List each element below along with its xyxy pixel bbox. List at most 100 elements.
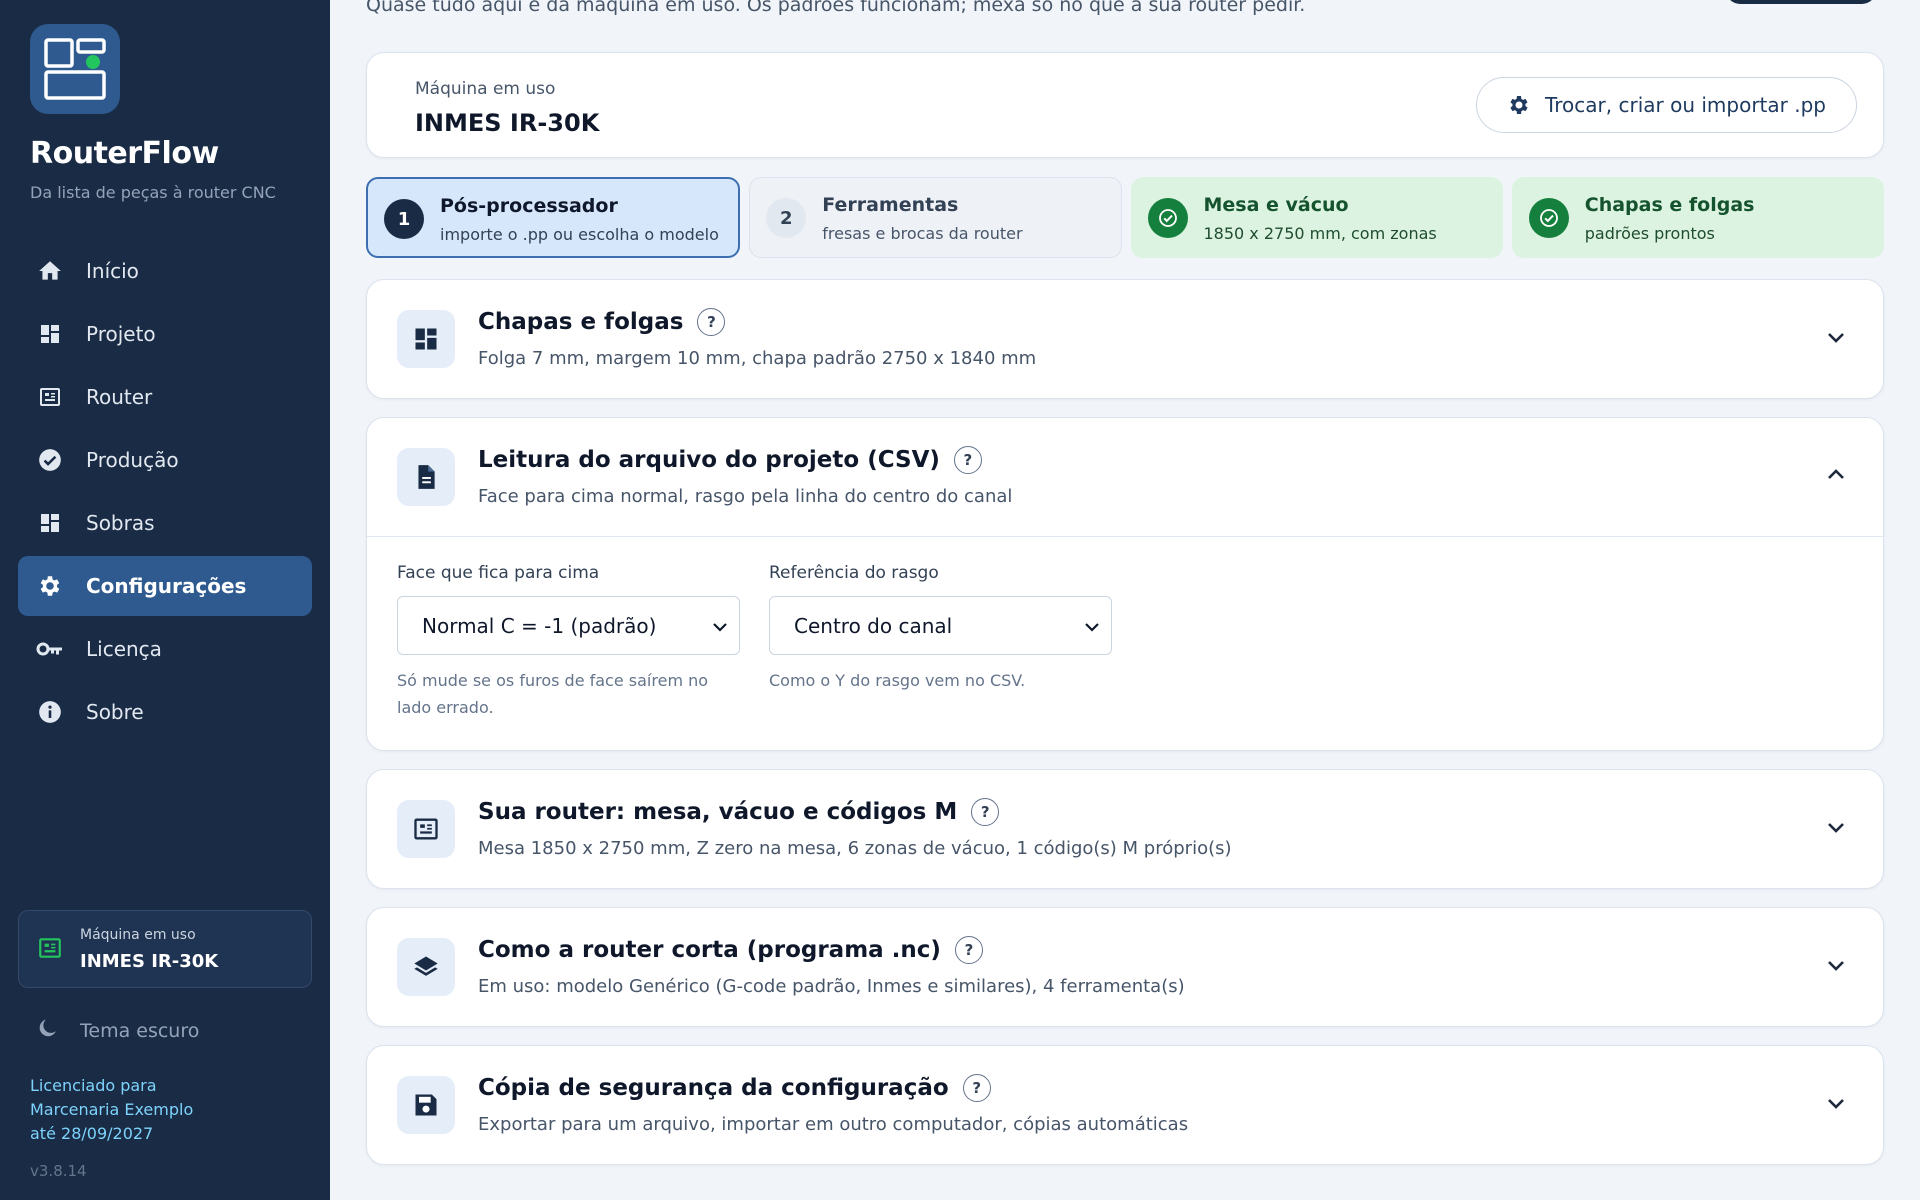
help-icon[interactable]: ? [971, 798, 1000, 826]
step-title: Mesa e vácuo [1203, 194, 1349, 216]
switch-machine-button[interactable]: Trocar, criar ou importar .pp [1476, 77, 1857, 133]
top-action-button[interactable] [1726, 0, 1876, 4]
section-title-text: Como a router corta (programa .nc) [478, 937, 941, 963]
step-pos-processador[interactable]: 1 Pós-processador importe o .pp ou escol… [366, 177, 741, 258]
field-label: Face que fica para cima [397, 563, 600, 583]
section-router: Sua router: mesa, vácuo e códigos M ? Me… [366, 769, 1884, 889]
step-title: Pós-processador [440, 195, 618, 217]
router-icon [37, 935, 63, 965]
main-content: Quase tudo aqui é da máquina em uso. Os … [330, 0, 1920, 1200]
section-title: Como a router corta (programa .nc) ? [478, 936, 983, 964]
section-title-text: Sua router: mesa, vácuo e códigos M [478, 799, 958, 825]
sidebar-nav: Início Projeto Router Produção Sobras Co… [18, 241, 312, 745]
help-icon[interactable]: ? [953, 446, 982, 474]
app-version: v3.8.14 [30, 1162, 87, 1180]
document-icon [397, 448, 455, 506]
app-logo [30, 24, 120, 114]
help-icon[interactable]: ? [954, 936, 983, 964]
machine-label: Máquina em uso [80, 927, 196, 943]
section-title: Chapas e folgas ? [478, 308, 726, 336]
router-icon [397, 800, 455, 858]
sidebar: RouterFlow Da lista de peças à router CN… [0, 0, 330, 1200]
app-tagline: Da lista de peças à router CNC [30, 183, 276, 202]
gear-icon [36, 572, 64, 600]
section-title: Leitura do arquivo do projeto (CSV) ? [478, 446, 982, 474]
machine-name: INMES IR-30K [80, 951, 219, 972]
step-mesa-vacuo[interactable]: Mesa e vácuo 1850 x 2750 mm, com zonas [1130, 177, 1503, 258]
field-help: Só mude se os furos de face saírem no la… [397, 671, 709, 717]
section-desc: Folga 7 mm, margem 10 mm, chapa padrão 2… [478, 348, 1037, 369]
check-icon [1528, 198, 1569, 238]
sidebar-item-inicio[interactable]: Início [18, 241, 312, 301]
select-value: Centro do canal [794, 613, 953, 638]
help-icon[interactable]: ? [697, 308, 726, 336]
section-corte: Como a router corta (programa .nc) ? Em … [366, 907, 1884, 1027]
sidebar-item-licenca[interactable]: Licença [18, 619, 312, 679]
section-desc: Em uso: modelo Genérico (G-code padrão, … [478, 976, 1185, 997]
section-header[interactable]: Cópia de segurança da configuração ? Exp… [367, 1046, 1883, 1164]
sidebar-item-label: Sobras [86, 511, 155, 535]
chevron-up-icon[interactable] [1825, 464, 1847, 486]
setup-steps: 1 Pós-processador importe o .pp ou escol… [366, 177, 1884, 258]
chevron-down-icon[interactable] [1825, 1092, 1847, 1114]
section-title-text: Cópia de segurança da configuração [478, 1075, 949, 1101]
sidebar-item-sobre[interactable]: Sobre [18, 682, 312, 742]
section-title: Cópia de segurança da configuração ? [478, 1074, 991, 1102]
section-title: Sua router: mesa, vácuo e códigos M ? [478, 798, 1000, 826]
step-desc: importe o .pp ou escolha o modelo [440, 225, 719, 244]
section-header[interactable]: Como a router corta (programa .nc) ? Em … [367, 908, 1883, 1026]
machine-header-card: Máquina em uso INMES IR-30K Trocar, cria… [366, 52, 1884, 158]
sidebar-item-router[interactable]: Router [18, 367, 312, 427]
page-intro: Quase tudo aqui é da máquina em uso. Os … [366, 0, 1306, 16]
machine-label: Máquina em uso [415, 79, 556, 99]
step-title: Ferramentas [822, 194, 959, 216]
section-header[interactable]: Chapas e folgas ? Folga 7 mm, margem 10 … [367, 280, 1883, 398]
section-title-text: Leitura do arquivo do projeto (CSV) [478, 447, 940, 473]
step-desc: padrões prontos [1584, 224, 1715, 243]
info-icon [36, 698, 64, 726]
key-icon [36, 635, 64, 663]
chevron-down-icon [711, 617, 729, 641]
check-circle-icon [36, 446, 64, 474]
help-icon[interactable]: ? [962, 1074, 991, 1102]
face-select[interactable]: Normal C = -1 (padrão) [397, 596, 740, 655]
section-header[interactable]: Sua router: mesa, vácuo e códigos M ? Me… [367, 770, 1883, 888]
step-desc: fresas e brocas da router [822, 224, 1023, 243]
check-icon [1147, 198, 1188, 238]
section-csv: Leitura do arquivo do projeto (CSV) ? Fa… [366, 417, 1884, 751]
section-title-text: Chapas e folgas [478, 309, 684, 335]
sidebar-item-sobras[interactable]: Sobras [18, 493, 312, 553]
sidebar-machine-card[interactable]: Máquina em uso INMES IR-30K [18, 910, 312, 988]
gear-icon [1507, 93, 1531, 117]
dashboard-icon [36, 509, 64, 537]
step-number-badge: 1 [384, 199, 424, 239]
step-title: Chapas e folgas [1584, 194, 1755, 216]
step-chapas-folgas[interactable]: Chapas e folgas padrões prontos [1511, 177, 1884, 258]
sidebar-item-projeto[interactable]: Projeto [18, 304, 312, 364]
app-name: RouterFlow [30, 136, 219, 171]
section-desc: Mesa 1850 x 2750 mm, Z zero na mesa, 6 z… [478, 838, 1232, 859]
section-desc: Face para cima normal, rasgo pela linha … [478, 486, 1013, 507]
chevron-down-icon[interactable] [1825, 326, 1847, 348]
section-backup: Cópia de segurança da configuração ? Exp… [366, 1045, 1884, 1165]
groove-select[interactable]: Centro do canal [769, 596, 1112, 655]
license-line: Marcenaria Exemplo [30, 1100, 194, 1119]
section-header[interactable]: Leitura do arquivo do projeto (CSV) ? Fa… [367, 418, 1883, 536]
switch-machine-label: Trocar, criar ou importar .pp [1545, 93, 1826, 117]
home-icon [36, 257, 64, 285]
sidebar-item-label: Configurações [86, 574, 247, 598]
chevron-down-icon [1083, 617, 1101, 641]
sidebar-item-configuracoes[interactable]: Configurações [18, 556, 312, 616]
step-ferramentas[interactable]: 2 Ferramentas fresas e brocas da router [749, 177, 1122, 258]
sidebar-item-producao[interactable]: Produção [18, 430, 312, 490]
license-line: até 28/09/2027 [30, 1124, 154, 1143]
theme-toggle[interactable]: Tema escuro [36, 1016, 199, 1045]
save-icon [397, 1076, 455, 1134]
field-label: Referência do rasgo [769, 563, 939, 583]
chevron-down-icon[interactable] [1825, 816, 1847, 838]
field-help: Como o Y do rasgo vem no CSV. [769, 671, 1026, 690]
moon-icon [36, 1016, 60, 1045]
step-desc: 1850 x 2750 mm, com zonas [1203, 224, 1437, 243]
chevron-down-icon[interactable] [1825, 954, 1847, 976]
field-face: Face que fica para cima Normal C = -1 (p… [397, 563, 740, 721]
